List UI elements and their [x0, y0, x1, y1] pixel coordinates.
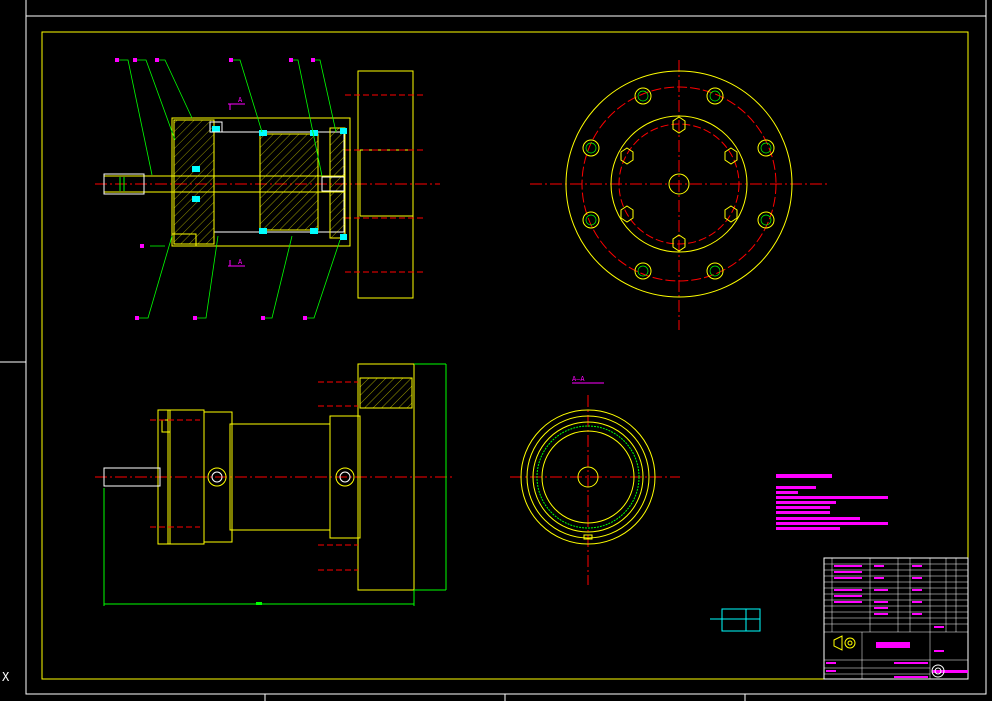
section-marker-top: A	[238, 96, 243, 104]
section-view[interactable]	[95, 58, 440, 320]
view-a-a[interactable]	[510, 382, 680, 585]
section-marker-bottom: A	[238, 258, 243, 266]
flange-end-view[interactable]	[530, 60, 828, 330]
outside-view[interactable]	[95, 363, 455, 606]
roughness-symbol	[710, 608, 761, 632]
view-label-a-a: A—A	[572, 375, 585, 383]
technical-notes	[776, 474, 888, 530]
sheet-border	[25, 15, 987, 695]
cad-drawing-canvas[interactable]: A A A—A	[0, 0, 992, 701]
ucs-crosshair-icon: X	[2, 670, 10, 684]
title-block	[823, 557, 969, 680]
